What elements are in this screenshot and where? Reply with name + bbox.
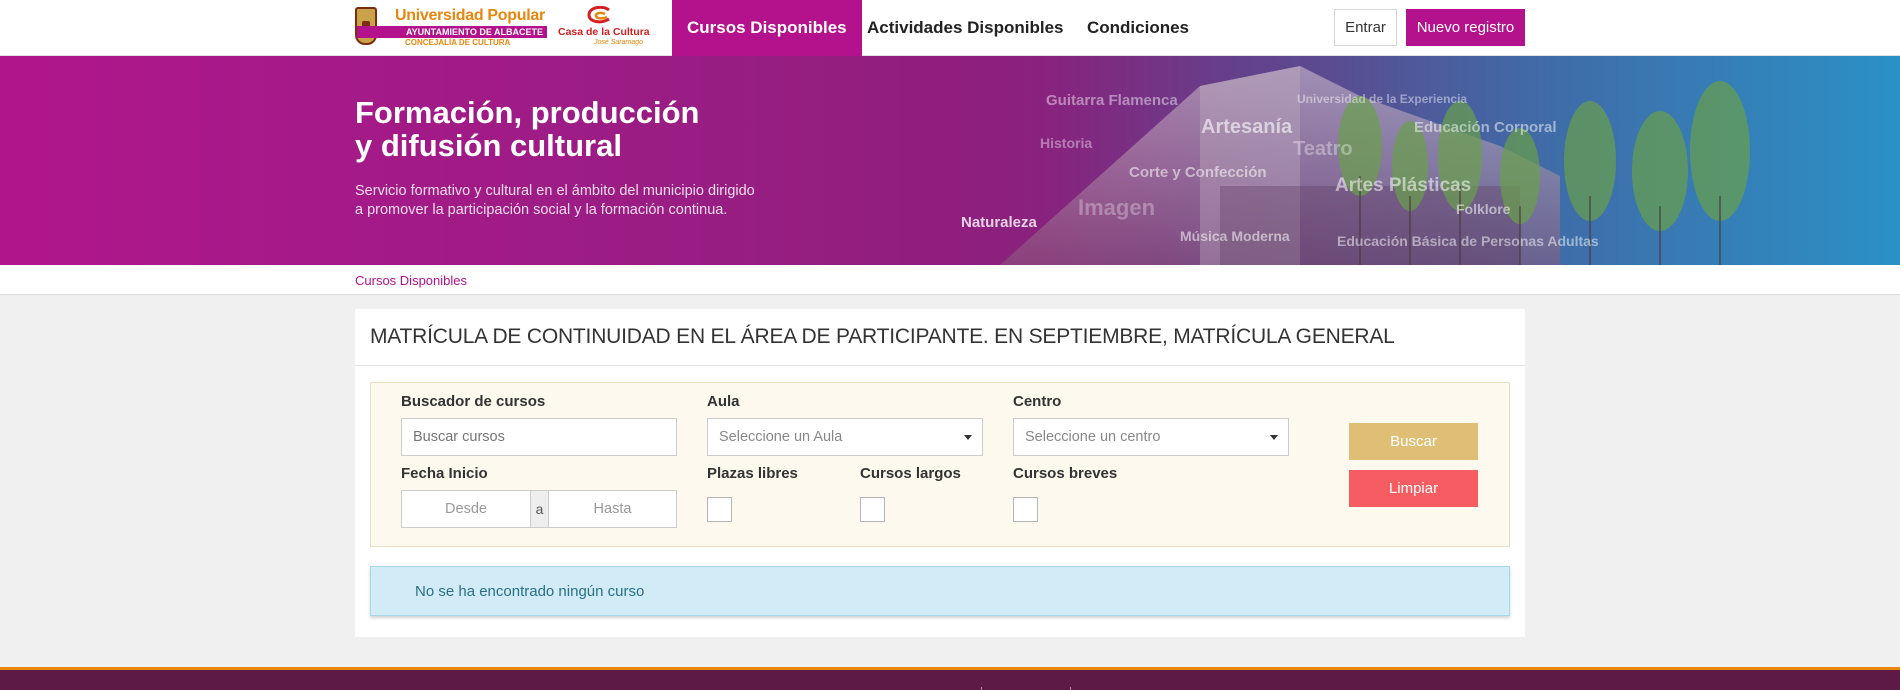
casa-cultura-subtitle: José Saramago [594, 39, 644, 46]
hero-tag: Historia [1040, 135, 1093, 151]
hero-tag: Teatro [1293, 138, 1353, 160]
cursos-largos-checkbox[interactable] [860, 497, 885, 522]
search-input[interactable] [401, 418, 677, 456]
divider [355, 365, 1525, 366]
cursos-breves-checkbox[interactable] [1013, 497, 1038, 522]
date-from-input[interactable]: Desde [402, 491, 530, 527]
search-button[interactable]: Buscar [1349, 423, 1478, 460]
aula-label: Aula [707, 393, 740, 410]
hero-banner: Formación, producción y difusión cultura… [0, 56, 1900, 265]
top-navbar: Universidad Popular AYUNTAMIENTO DE ALBA… [0, 0, 1900, 56]
centro-select[interactable]: Seleccione un centro [1013, 418, 1289, 456]
casa-cultura-title: Casa de la Cultura [558, 26, 650, 38]
hero-tag: Artesanía [1201, 116, 1293, 138]
hero-tag: Educación Básica de Personas Adultas [1337, 233, 1599, 249]
chevron-down-icon [1270, 435, 1278, 440]
date-separator: a [530, 491, 549, 527]
hero-title-line-2: y difusión cultural [355, 128, 622, 163]
fecha-inicio-label: Fecha Inicio [401, 465, 488, 482]
hero-tag: Naturaleza [961, 214, 1037, 231]
login-button[interactable]: Entrar [1334, 9, 1397, 46]
breadcrumb: Cursos Disponibles [0, 265, 1900, 295]
cursos-breves-label: Cursos breves [1013, 465, 1118, 482]
hero-title: Formación, producción y difusión cultura… [355, 96, 775, 162]
date-range: Desde a Hasta [401, 490, 677, 528]
hero-tag: Folklore [1456, 201, 1511, 217]
no-results-alert: No se ha encontrado ningún curso [370, 566, 1510, 616]
nav-condiciones[interactable]: Condiciones [1087, 0, 1189, 56]
hero-tag: Imagen [1078, 195, 1156, 220]
hero-tag: Música Moderna [1180, 228, 1290, 244]
hero-tag: Universidad de la Experiencia [1297, 92, 1468, 106]
footer [0, 667, 1900, 690]
chevron-down-icon [964, 435, 972, 440]
nav-cursos-disponibles[interactable]: Cursos Disponibles [672, 0, 862, 56]
aula-select-value: Seleccione un Aula [719, 429, 843, 445]
casa-cultura-logo[interactable]: Casa de la Cultura José Saramago [558, 6, 650, 48]
hero-subtitle-line-1: Servicio formativo y cultural en el ámbi… [355, 183, 755, 199]
date-to-input[interactable]: Hasta [549, 491, 676, 527]
alert-message: No se ha encontrado ningún curso [415, 583, 645, 600]
hero-tag: Artes Plásticas [1335, 175, 1472, 196]
nav-actividades-disponibles[interactable]: Actividades Disponibles [867, 0, 1064, 56]
breadcrumb-item[interactable]: Cursos Disponibles [355, 273, 467, 288]
hero-title-line-1: Formación, producción [355, 95, 700, 130]
hero-subtitle: Servicio formativo y cultural en el ámbi… [355, 182, 785, 220]
clear-button[interactable]: Limpiar [1349, 470, 1478, 507]
cursos-largos-label: Cursos largos [860, 465, 961, 482]
hero-tag: Guitarra Flamenca [1046, 92, 1178, 109]
centro-select-value: Seleccione un centro [1025, 429, 1161, 445]
search-filters: Buscador de cursos Aula Seleccione un Au… [370, 382, 1510, 547]
logo-subtitle: CONCEJALÍA DE CULTURA [405, 38, 511, 47]
logo-title: Universidad Popular [395, 7, 545, 24]
page-title: MATRÍCULA DE CONTINUIDAD EN EL ÁREA DE P… [370, 325, 1395, 348]
search-label: Buscador de cursos [401, 393, 546, 410]
casa-cultura-swirl-icon [587, 6, 610, 24]
centro-label: Centro [1013, 393, 1062, 410]
logo-band: AYUNTAMIENTO DE ALBACETE [357, 26, 547, 38]
plazas-libres-label: Plazas libres [707, 465, 798, 482]
hero-tag: Educación Corporal [1414, 119, 1557, 136]
universidad-popular-logo[interactable]: Universidad Popular AYUNTAMIENTO DE ALBA… [355, 7, 547, 47]
register-button[interactable]: Nuevo registro [1406, 9, 1525, 46]
hero-subtitle-line-2: a promover la participación social y la … [355, 202, 728, 218]
plazas-libres-checkbox[interactable] [707, 497, 732, 522]
hero-tag: Corte y Confección [1129, 164, 1267, 181]
courses-panel: MATRÍCULA DE CONTINUIDAD EN EL ÁREA DE P… [355, 309, 1525, 637]
aula-select[interactable]: Seleccione un Aula [707, 418, 983, 456]
